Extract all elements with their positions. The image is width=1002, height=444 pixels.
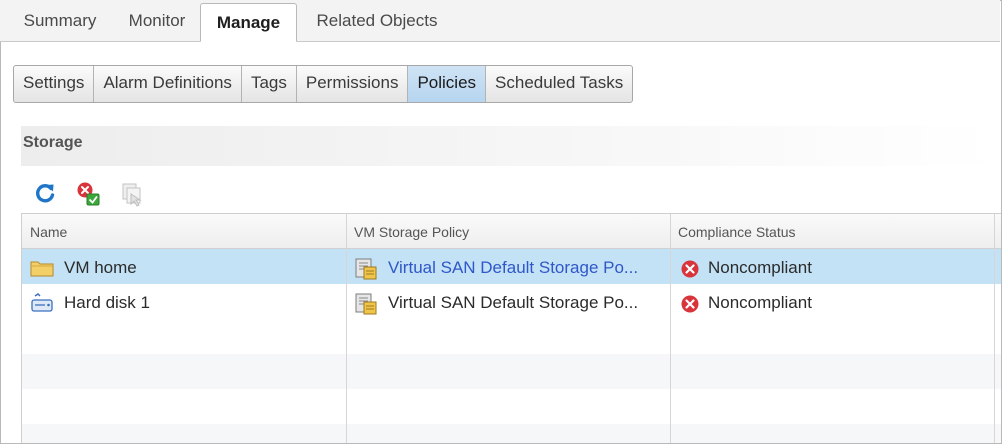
row-policy: Virtual SAN Default Storage Po...: [388, 293, 639, 312]
row-compliance-status: Noncompliant: [708, 258, 812, 277]
section-title: Storage: [23, 134, 83, 151]
column-header-name[interactable]: Name: [30, 214, 67, 248]
row-name: Hard disk 1: [64, 293, 150, 312]
storage-policy-icon: [354, 292, 380, 321]
table-row[interactable]: VM home Virtual SAN Default Storage Po..…: [22, 249, 1001, 284]
tab-summary[interactable]: Summary: [8, 0, 112, 41]
hard-disk-icon: [30, 293, 54, 318]
row-name: VM home: [64, 258, 137, 277]
subtab-policies[interactable]: Policies: [408, 66, 487, 102]
column-header-compliance-status[interactable]: Compliance Status: [678, 214, 796, 248]
column-divider: [670, 214, 671, 443]
empty-row: [22, 424, 1001, 443]
storage-section-header: Storage: [21, 126, 1000, 166]
column-divider: [346, 214, 347, 443]
tab-manage[interactable]: Manage: [200, 3, 297, 42]
table-header: Name VM Storage Policy Compliance Status: [22, 214, 1001, 249]
row-compliance-status: Noncompliant: [708, 293, 812, 312]
row-policy-link[interactable]: Virtual SAN Default Storage Po...: [388, 249, 638, 284]
tab-related-objects[interactable]: Related Objects: [298, 0, 456, 41]
check-compliance-icon[interactable]: [74, 180, 102, 208]
subtab-settings[interactable]: Settings: [14, 66, 95, 102]
subtab-permissions[interactable]: Permissions: [297, 66, 409, 102]
error-icon: [680, 259, 700, 284]
policy-link-text[interactable]: Virtual SAN Default Storage Po...: [388, 258, 638, 277]
storage-policy-icon: [354, 257, 380, 286]
column-divider: [994, 214, 995, 443]
top-tab-bar: Summary Monitor Manage Related Objects: [0, 0, 1000, 42]
subtab-alarm-definitions[interactable]: Alarm Definitions: [94, 66, 242, 102]
sub-tab-bar: Settings Alarm Definitions Tags Permissi…: [13, 65, 634, 103]
folder-icon: [30, 259, 54, 282]
empty-row: [22, 354, 1001, 389]
table-row[interactable]: Hard disk 1 Virtual SAN Default Storage …: [22, 284, 1001, 319]
refresh-icon[interactable]: [32, 180, 60, 208]
subtab-scheduled-tasks[interactable]: Scheduled Tasks: [486, 66, 632, 102]
tab-monitor[interactable]: Monitor: [114, 0, 200, 41]
subtab-tags[interactable]: Tags: [242, 66, 297, 102]
error-icon: [680, 294, 700, 319]
storage-policies-table: Name VM Storage Policy Compliance Status…: [21, 213, 1001, 443]
column-header-vm-storage-policy[interactable]: VM Storage Policy: [354, 214, 469, 248]
reapply-policy-icon: [118, 180, 146, 208]
